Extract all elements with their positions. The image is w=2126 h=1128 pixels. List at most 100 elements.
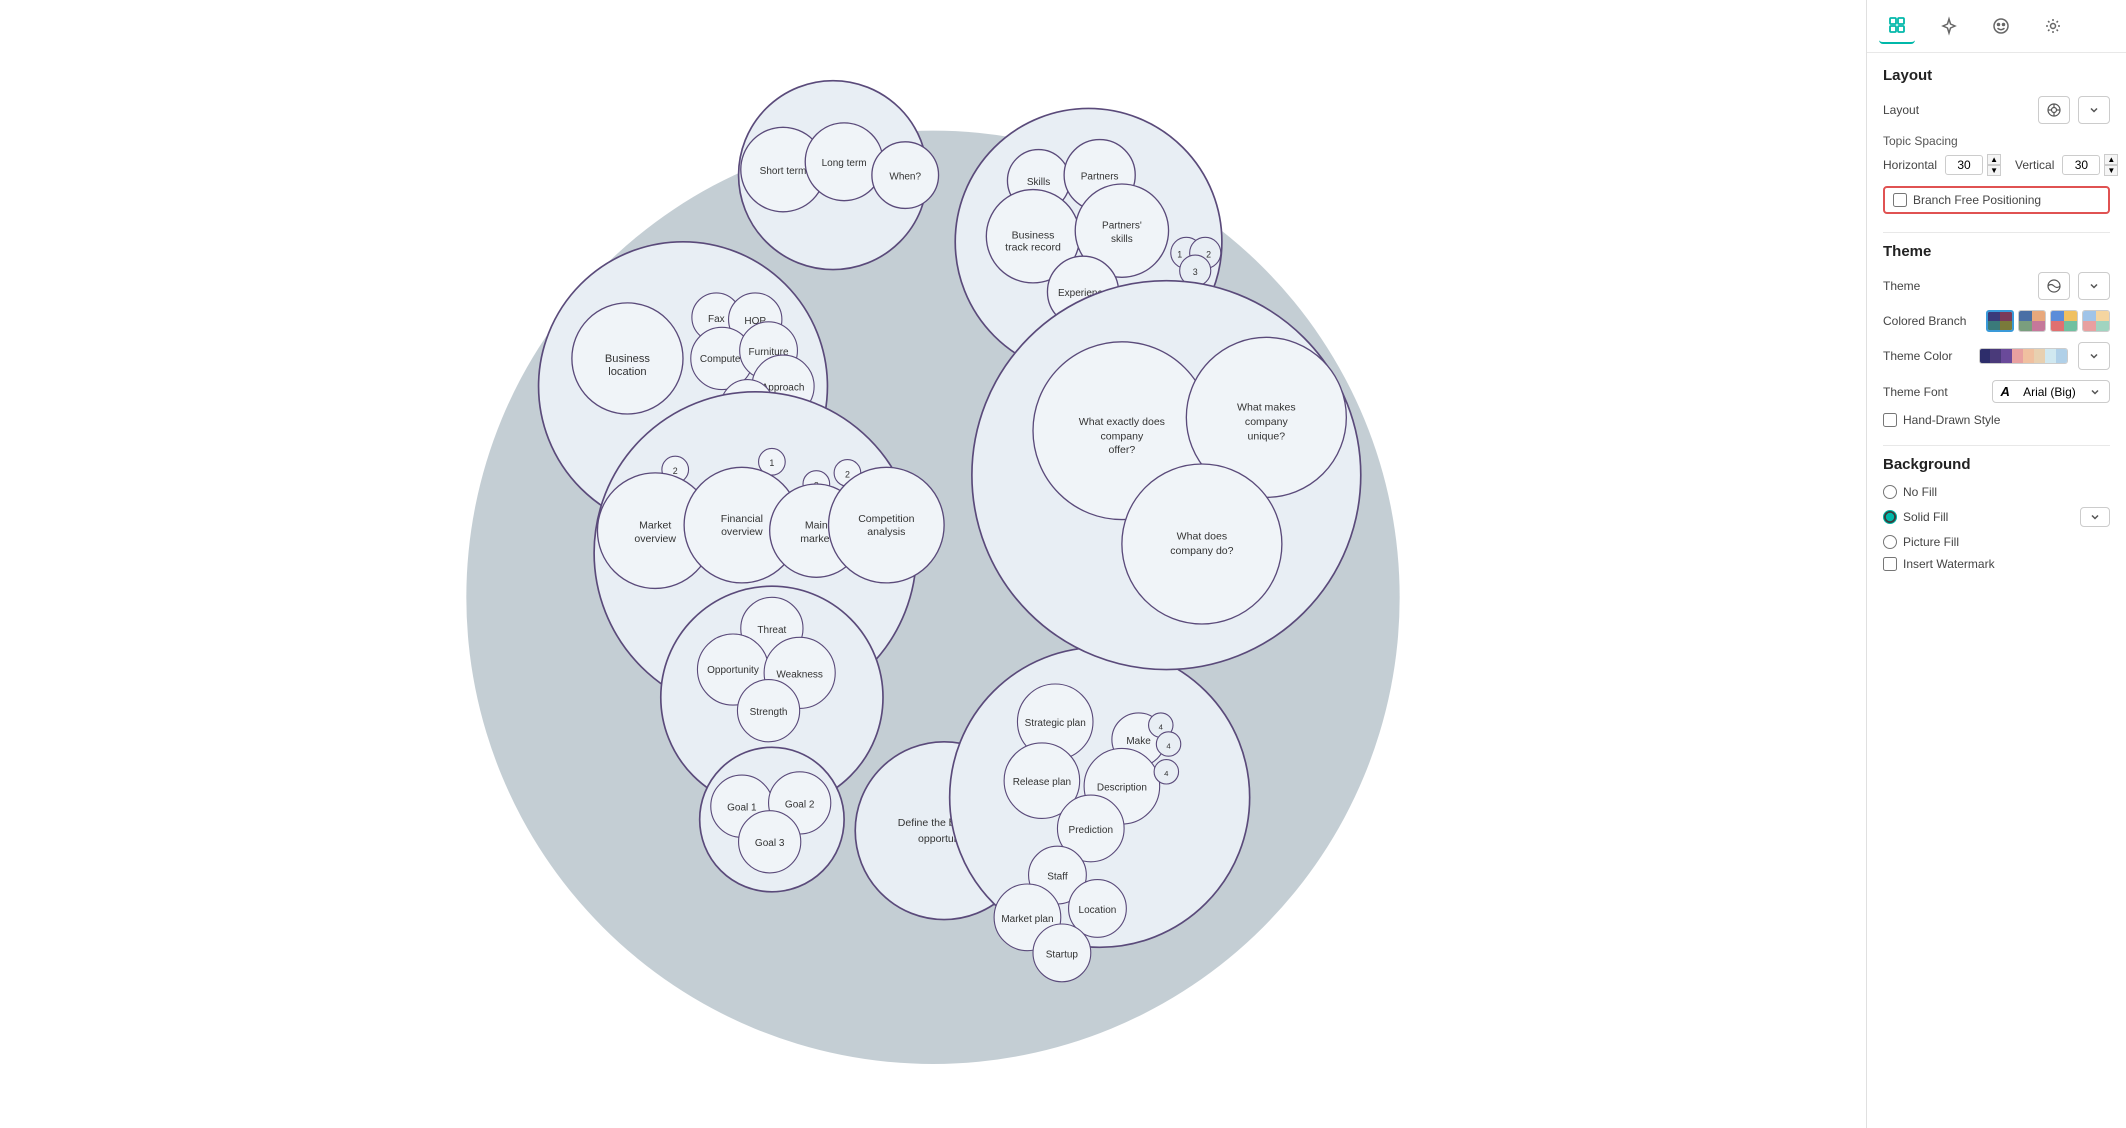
svg-text:Market: Market — [639, 519, 671, 531]
svg-text:Prediction: Prediction — [1069, 825, 1113, 836]
solid-fill-radio[interactable] — [1883, 510, 1897, 524]
panel-icon-bar — [1867, 0, 2126, 53]
svg-text:4: 4 — [1159, 723, 1164, 732]
svg-text:What does: What does — [1177, 531, 1227, 543]
magic-tab-icon[interactable] — [1931, 8, 1967, 44]
layout-label: Layout — [1883, 103, 2030, 117]
theme-dropdown-btn[interactable] — [2078, 272, 2110, 300]
solid-fill-dropdown[interactable] — [2080, 507, 2110, 527]
svg-text:Market plan: Market plan — [1001, 914, 1053, 925]
theme-label: Theme — [1883, 279, 2030, 293]
svg-text:What makes: What makes — [1237, 402, 1296, 414]
svg-text:4: 4 — [1164, 769, 1169, 778]
svg-text:company do?: company do? — [1170, 545, 1233, 557]
vertical-spinners: ▲ ▼ — [2104, 154, 2118, 176]
divider-2 — [1883, 445, 2110, 446]
svg-text:Short term: Short term — [760, 166, 807, 177]
picture-fill-label: Picture Fill — [1903, 535, 1959, 549]
colored-branch-row: Colored Branch — [1883, 310, 2110, 332]
theme-font-dropdown[interactable]: A Arial (Big) — [1992, 380, 2111, 403]
layout-section: Layout Layout — [1883, 67, 2110, 214]
face-tab-icon[interactable] — [1983, 8, 2019, 44]
svg-text:Long term: Long term — [822, 158, 867, 169]
svg-text:unique?: unique? — [1248, 431, 1286, 443]
svg-text:Threat: Threat — [757, 625, 786, 636]
topic-spacing-label: Topic Spacing — [1883, 134, 2110, 148]
vertical-up-btn[interactable]: ▲ — [2104, 154, 2118, 165]
vertical-input-group: ▲ ▼ — [2062, 154, 2118, 176]
theme-icon-btn[interactable] — [2038, 272, 2070, 300]
svg-text:skills: skills — [1111, 234, 1133, 245]
vertical-input[interactable] — [2062, 155, 2100, 175]
svg-text:3: 3 — [1193, 267, 1198, 277]
svg-text:Weakness: Weakness — [776, 669, 823, 680]
font-value: Arial (Big) — [2023, 385, 2076, 399]
horizontal-input[interactable] — [1945, 155, 1983, 175]
no-fill-radio[interactable] — [1883, 485, 1897, 499]
hand-drawn-row: Hand-Drawn Style — [1883, 413, 2110, 427]
svg-text:Startup: Startup — [1046, 949, 1079, 960]
horizontal-down-btn[interactable]: ▼ — [1987, 165, 2001, 176]
spacing-row: Horizontal ▲ ▼ Vertical ▲ ▼ — [1883, 154, 2110, 176]
swatch-4[interactable] — [2082, 310, 2110, 332]
horizontal-input-group: ▲ ▼ — [1945, 154, 2001, 176]
svg-text:market: market — [800, 533, 832, 545]
theme-section-title: Theme — [1883, 243, 2110, 260]
canvas-area: Short term Long term When? Skills Partne… — [0, 0, 1866, 1128]
branch-free-checkbox[interactable] — [1893, 193, 1907, 207]
svg-text:Location: Location — [1079, 905, 1117, 916]
svg-text:track record: track record — [1005, 242, 1061, 254]
horizontal-label: Horizontal — [1883, 158, 1937, 172]
svg-text:Fax: Fax — [708, 314, 725, 325]
layout-tab-icon[interactable] — [1879, 8, 1915, 44]
svg-text:overview: overview — [721, 526, 763, 538]
theme-row: Theme — [1883, 272, 2110, 300]
layout-dropdown-btn[interactable] — [2078, 96, 2110, 124]
swatch-3[interactable] — [2050, 310, 2078, 332]
svg-text:Goal 1: Goal 1 — [727, 803, 757, 814]
insert-watermark-checkbox[interactable] — [1883, 557, 1897, 571]
vertical-down-btn[interactable]: ▼ — [2104, 165, 2118, 176]
svg-text:1: 1 — [1177, 249, 1182, 259]
theme-color-dropdown[interactable] — [2078, 342, 2110, 370]
svg-text:2: 2 — [1206, 249, 1211, 259]
background-section-title: Background — [1883, 456, 2110, 473]
picture-fill-radio[interactable] — [1883, 535, 1897, 549]
swatch-group — [1986, 310, 2110, 332]
theme-font-row: Theme Font A Arial (Big) — [1883, 380, 2110, 403]
svg-text:Business: Business — [1012, 229, 1055, 241]
insert-watermark-row: Insert Watermark — [1883, 557, 2110, 571]
layout-icon-btn[interactable] — [2038, 96, 2070, 124]
svg-text:company: company — [1100, 431, 1144, 443]
hand-drawn-checkbox[interactable] — [1883, 413, 1897, 427]
svg-text:Skills: Skills — [1027, 177, 1050, 188]
divider-1 — [1883, 232, 2110, 233]
layout-section-title: Layout — [1883, 67, 2110, 84]
solid-fill-label: Solid Fill — [1903, 510, 2074, 524]
picture-fill-row: Picture Fill — [1883, 535, 2110, 549]
theme-section: Theme Theme Colored Branch — [1883, 243, 2110, 427]
svg-text:Release plan: Release plan — [1013, 777, 1071, 788]
settings-tab-icon[interactable] — [2035, 8, 2071, 44]
svg-text:Partners': Partners' — [1102, 220, 1142, 231]
svg-text:2: 2 — [845, 469, 850, 479]
branch-free-label: Branch Free Positioning — [1913, 193, 2041, 207]
theme-color-segments[interactable] — [1979, 348, 2069, 364]
horizontal-up-btn[interactable]: ▲ — [1987, 154, 2001, 165]
svg-text:overview: overview — [634, 533, 676, 545]
theme-color-label: Theme Color — [1883, 349, 1971, 363]
svg-text:Description: Description — [1097, 783, 1147, 794]
svg-text:Goal 2: Goal 2 — [785, 799, 815, 810]
svg-text:analysis: analysis — [867, 526, 905, 538]
svg-text:offer?: offer? — [1108, 444, 1135, 456]
swatch-1[interactable] — [1986, 310, 2014, 332]
theme-color-row: Theme Color — [1883, 342, 2110, 370]
swatch-2[interactable] — [2018, 310, 2046, 332]
svg-text:Make: Make — [1126, 736, 1151, 747]
no-fill-row: No Fill — [1883, 485, 2110, 499]
branch-free-box: Branch Free Positioning — [1883, 186, 2110, 214]
panel-content: Layout Layout — [1867, 53, 2126, 1128]
no-fill-label: No Fill — [1903, 485, 1937, 499]
svg-text:company: company — [1245, 416, 1289, 428]
vertical-label: Vertical — [2015, 158, 2054, 172]
